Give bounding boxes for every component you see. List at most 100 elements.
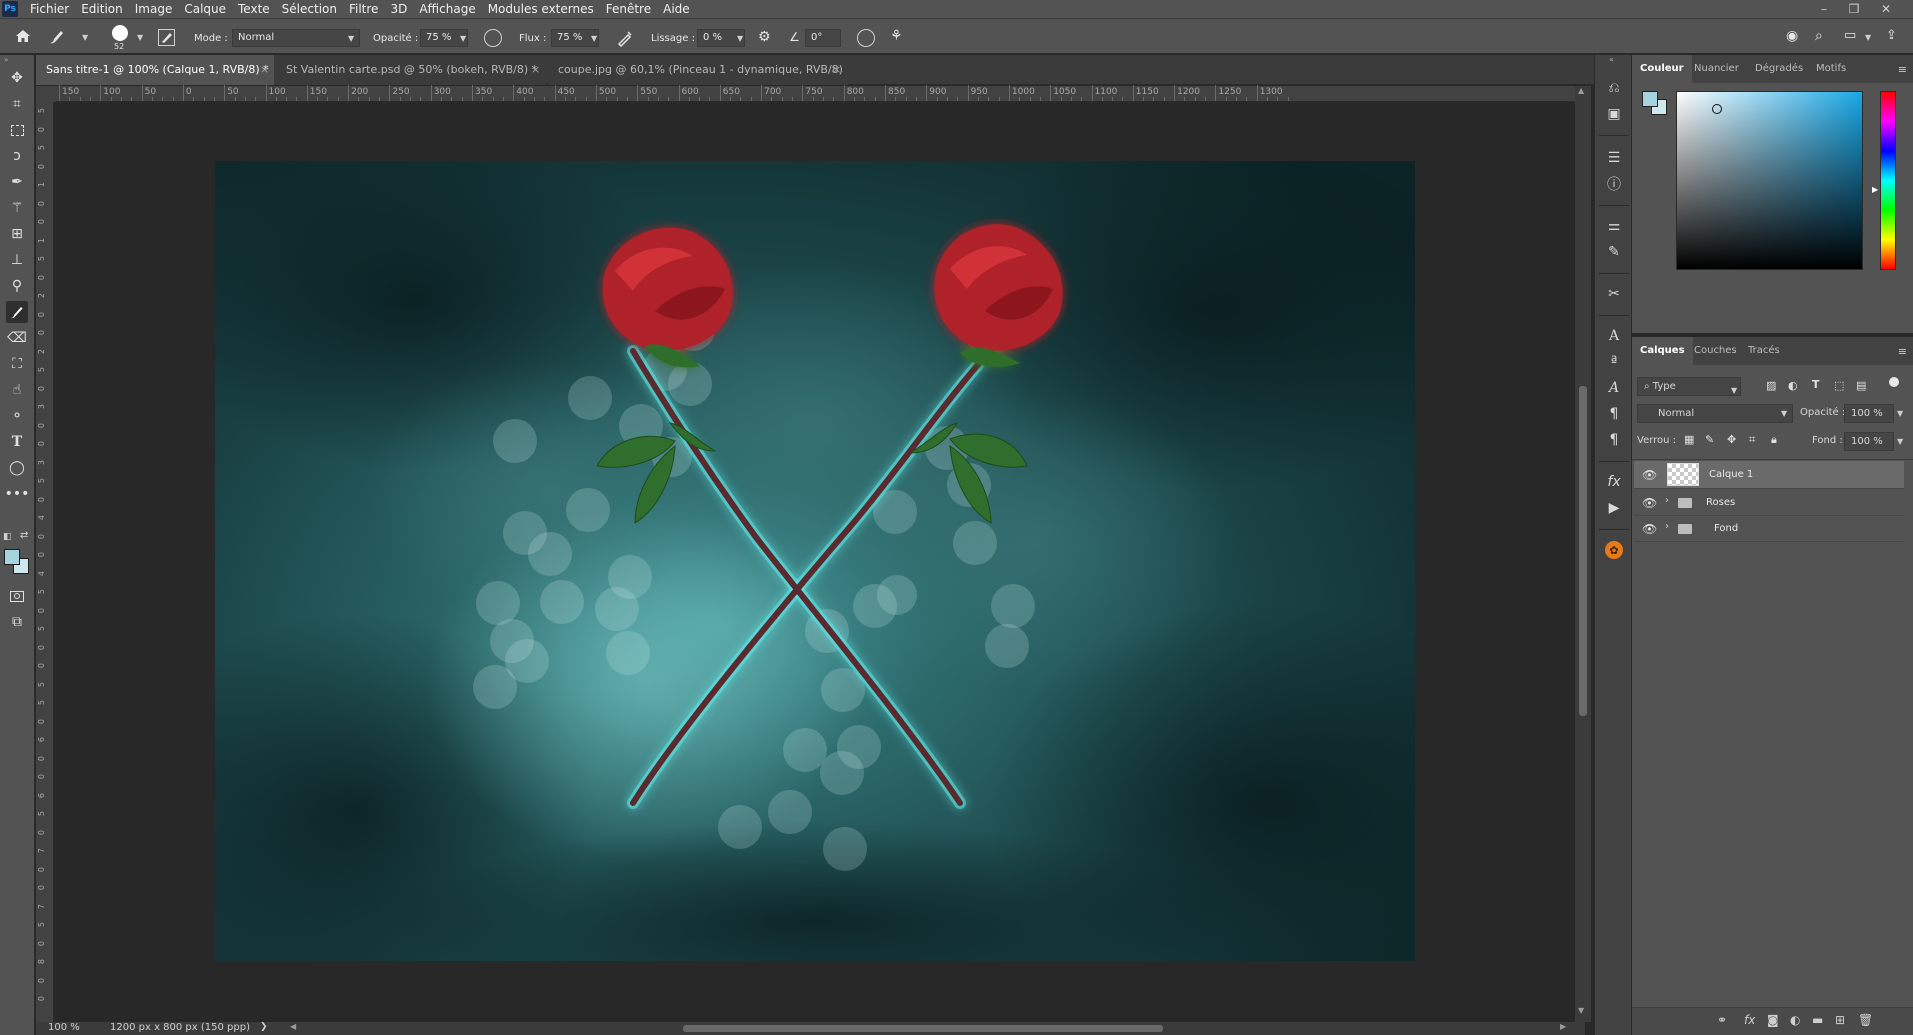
smudge-tool-icon[interactable]: ☝ [6,379,28,401]
tab-calques[interactable]: Calques [1632,337,1693,365]
tool-presets-icon[interactable]: ✂ [1603,283,1625,305]
menu-3d[interactable]: 3D [384,0,413,18]
layer-name[interactable]: Roses [1706,490,1735,516]
tab-motifs[interactable]: Motifs [1808,55,1854,83]
canvas-workspace[interactable] [55,102,1575,1022]
history-icon[interactable]: ⎌ [1603,77,1625,99]
more-tools-icon[interactable]: ••• [5,483,30,505]
character-styles-icon[interactable]: ª [1603,351,1625,373]
vertical-scrollbar[interactable]: ▲ ▼ [1575,86,1591,1022]
scroll-down-icon[interactable]: ▼ [1578,1006,1584,1015]
brush-tool-preset-icon[interactable] [46,27,68,47]
layer-filter-select[interactable]: ⌕ Type ▼ [1637,377,1741,396]
eyedropper-tool-icon[interactable]: ⚲ [6,275,28,297]
menu-affichage[interactable]: Affichage [413,0,481,18]
filter-smart-object-icon[interactable]: ▤ [1856,379,1866,392]
gear-icon[interactable]: ⚙ [758,29,771,45]
adjustments-icon[interactable]: ☰ [1603,147,1625,169]
tab-traces[interactable]: Tracés [1740,337,1788,365]
menu-filtre[interactable]: Filtre [343,0,384,18]
chevron-right-icon[interactable]: › [1665,521,1669,532]
lock-transparent-icon[interactable]: ▦ [1684,433,1694,446]
character-icon[interactable]: A [1603,325,1625,347]
menu-modules-externes[interactable]: Modules externes [482,0,600,18]
restore-button[interactable]: ❐ [1840,0,1868,18]
menu-aide[interactable]: Aide [657,0,696,18]
chevron-down-icon[interactable]: ▼ [1897,409,1903,418]
user-icon[interactable]: ◉ [1786,28,1798,44]
vertical-ruler[interactable]: 5 0 5 0 1 0 0 1 5 0 2 0 0 2 5 0 3 0 0 3 5 0 4 0 0 4 5 0 5 0 0 5 5 0 6 0 0 6 5 0… [36,102,54,1022]
zoom-level[interactable]: 100 % [48,1022,80,1033]
dodge-tool-icon[interactable]: ⚬ [6,405,28,427]
foreground-color-swatch[interactable] [4,549,20,565]
tab-couleur[interactable]: Couleur [1632,55,1692,83]
menu-fichier[interactable]: Fichier [24,0,75,18]
chevron-down-icon[interactable]: ▼ [591,34,597,43]
chevron-down-icon[interactable]: ▼ [1781,409,1787,418]
eye-icon[interactable]: 👁︎ [1642,468,1657,482]
share-icon[interactable]: ⇪ [1886,28,1897,43]
photoshop-logo-icon[interactable]: Ps [2,1,18,17]
status-menu-icon[interactable]: ❯ [260,1022,268,1032]
fill-input[interactable]: 100 % [1844,432,1894,451]
filter-shape-icon[interactable]: ⬚ [1834,379,1844,392]
actions-icon[interactable]: ▣ [1603,103,1625,125]
minimize-button[interactable]: – [1810,0,1838,18]
paragraph-styles-icon[interactable]: ¶ [1603,429,1625,451]
chevron-down-icon[interactable]: ▼ [348,34,354,43]
workspace-icon[interactable]: ▭ [1844,28,1856,43]
scroll-right-icon[interactable]: ▶ [1560,1022,1566,1031]
fx-icon[interactable]: fx [1744,1013,1755,1027]
menu-edition[interactable]: Edition [75,0,129,18]
tab-nuancier[interactable]: Nuancier [1686,55,1747,83]
close-icon[interactable]: × [531,55,540,85]
tab-sans-titre[interactable]: Sans titre-1 @ 100% (Calque 1, RVB/8) * … [36,55,274,85]
group-icon[interactable]: ▬ [1812,1013,1823,1027]
tab-coupe[interactable]: coupe.jpg @ 60,1% (Pinceau 1 - dynamique… [548,55,848,106]
eye-icon[interactable]: 👁︎ [1642,496,1657,510]
pen-tool-icon[interactable]: ✒ [6,171,28,193]
brushes-icon[interactable]: ✎ [1603,241,1625,263]
layer-name[interactable]: Calque 1 [1709,461,1753,489]
lasso-tool-icon[interactable]: ↄ [6,145,28,167]
home-icon[interactable] [14,28,34,46]
quick-mask-icon[interactable] [6,585,28,607]
plugin-icon[interactable]: ✿ [1603,539,1625,561]
marquee-tool-icon[interactable] [6,119,28,141]
panel-menu-icon[interactable]: ≡ [1898,345,1907,358]
frame-tool-icon[interactable]: ⊞ [6,223,28,245]
scroll-thumb[interactable] [1579,386,1587,716]
document-canvas[interactable] [215,161,1415,961]
lock-artboard-icon[interactable]: ⌗ [1749,433,1755,447]
ellipse-tool-icon[interactable]: ◯ [6,457,28,479]
layer-name[interactable]: Fond [1714,516,1738,542]
horizontal-ruler[interactable]: 150 100 50 0 50 100 150 200 250 300 350 400 450 500 55… [55,85,1575,102]
color-picker-cursor[interactable] [1712,104,1722,114]
tab-st-valentin[interactable]: St Valentin carte.psd @ 50% (bokeh, RVB/… [276,55,546,85]
hue-slider[interactable] [1880,91,1896,270]
brush-tool-icon[interactable] [6,301,28,323]
layer-opacity-input[interactable]: 100 % [1844,404,1894,423]
paint-bucket-tool-icon[interactable]: ⛶ [6,353,28,375]
eraser-tool-icon[interactable]: ⌫ [6,327,28,349]
menu-calque[interactable]: Calque [178,0,232,18]
chevron-down-icon[interactable]: ▼ [460,34,466,43]
filter-adjustment-icon[interactable]: ◐ [1788,379,1798,392]
chevron-down-icon[interactable]: ▼ [737,34,743,43]
filter-toggle-icon[interactable] [1889,377,1899,387]
hue-slider-marker[interactable]: ▶ [1872,185,1878,194]
brush-preview-icon[interactable] [112,25,128,41]
lock-position-icon[interactable]: ✥ [1727,433,1736,446]
brush-settings-panel-icon[interactable] [158,29,175,46]
move-tool-icon[interactable]: ✥ [6,67,28,89]
chevron-down-icon[interactable]: ▼ [82,33,88,42]
magic-wand-tool-icon[interactable]: ⚚ [6,197,28,219]
symmetry-icon[interactable]: ⚘ [890,28,903,44]
lock-paint-icon[interactable]: ✎ [1705,433,1714,446]
lock-all-icon[interactable]: 🔒︎ [1771,433,1777,447]
blend-mode-select[interactable]: Normal [1637,404,1793,423]
search-icon[interactable]: ⌕ [1815,28,1823,44]
pressure-size-icon[interactable] [857,29,875,47]
collapse-icon[interactable]: « [1609,55,1614,64]
stamp-tool-icon[interactable]: ⊥ [6,249,28,271]
